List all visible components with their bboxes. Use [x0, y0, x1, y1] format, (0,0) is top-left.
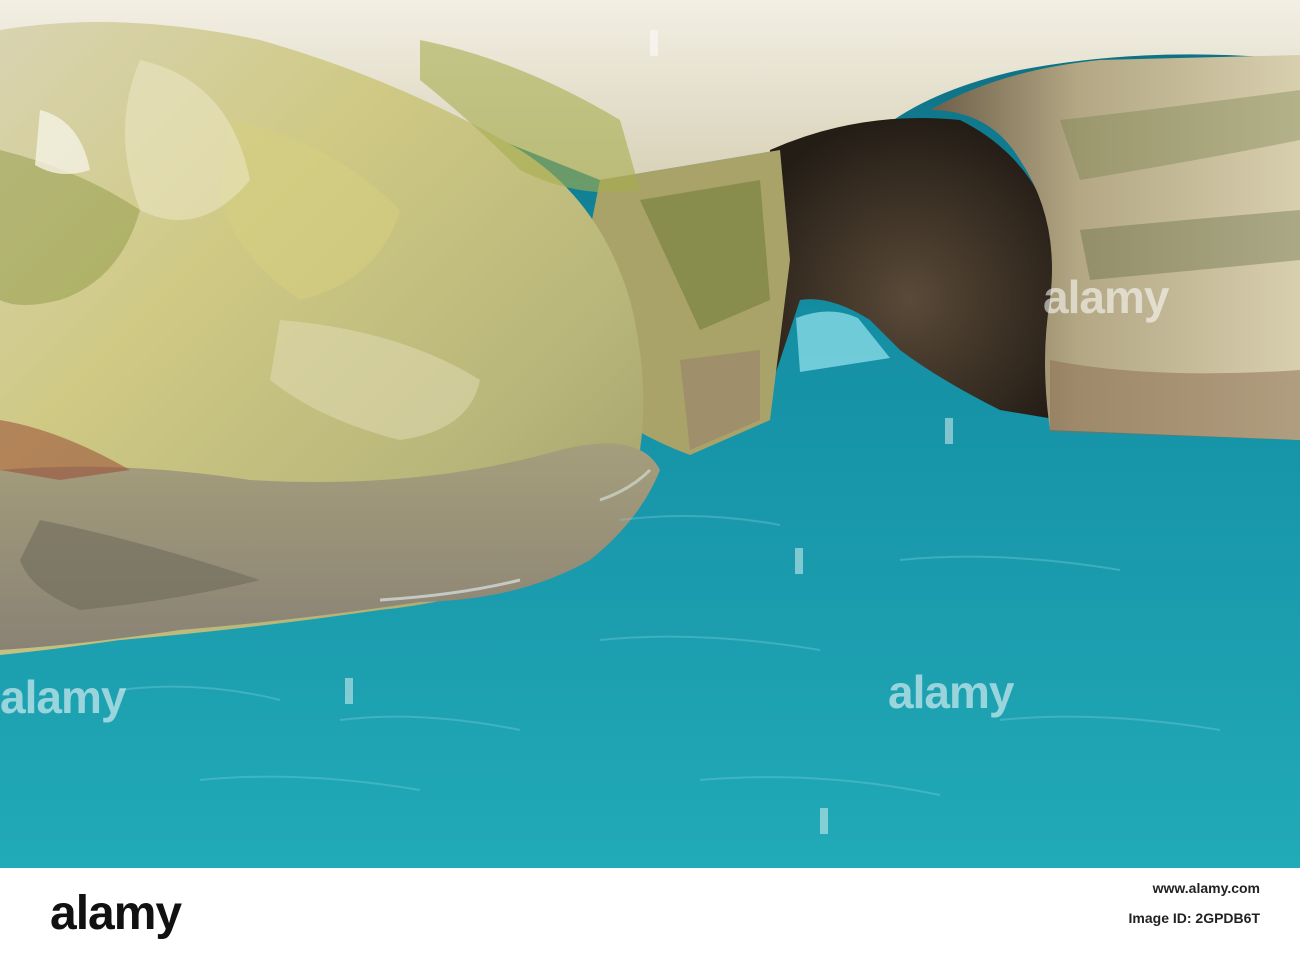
site-url[interactable]: www.alamy.com — [1153, 880, 1260, 896]
sea-cave-photo — [0, 0, 1300, 868]
watermark-text: alamy — [888, 666, 1014, 718]
watermark-mark — [345, 678, 353, 704]
image-id-label: Image ID: 2GPDB6T — [1128, 910, 1260, 926]
watermark-text: alamy — [0, 671, 126, 723]
watermark-mark — [795, 548, 803, 574]
stock-photo: alamy alamy alamy — [0, 0, 1300, 868]
alamy-logo[interactable]: alamy — [50, 886, 182, 941]
watermark-mark — [650, 30, 658, 56]
watermark-text: alamy — [1043, 271, 1169, 323]
watermark-mark — [945, 418, 953, 444]
stock-footer-bar: alamy www.alamy.com Image ID: 2GPDB6T — [0, 868, 1300, 956]
watermark-mark — [820, 808, 828, 834]
